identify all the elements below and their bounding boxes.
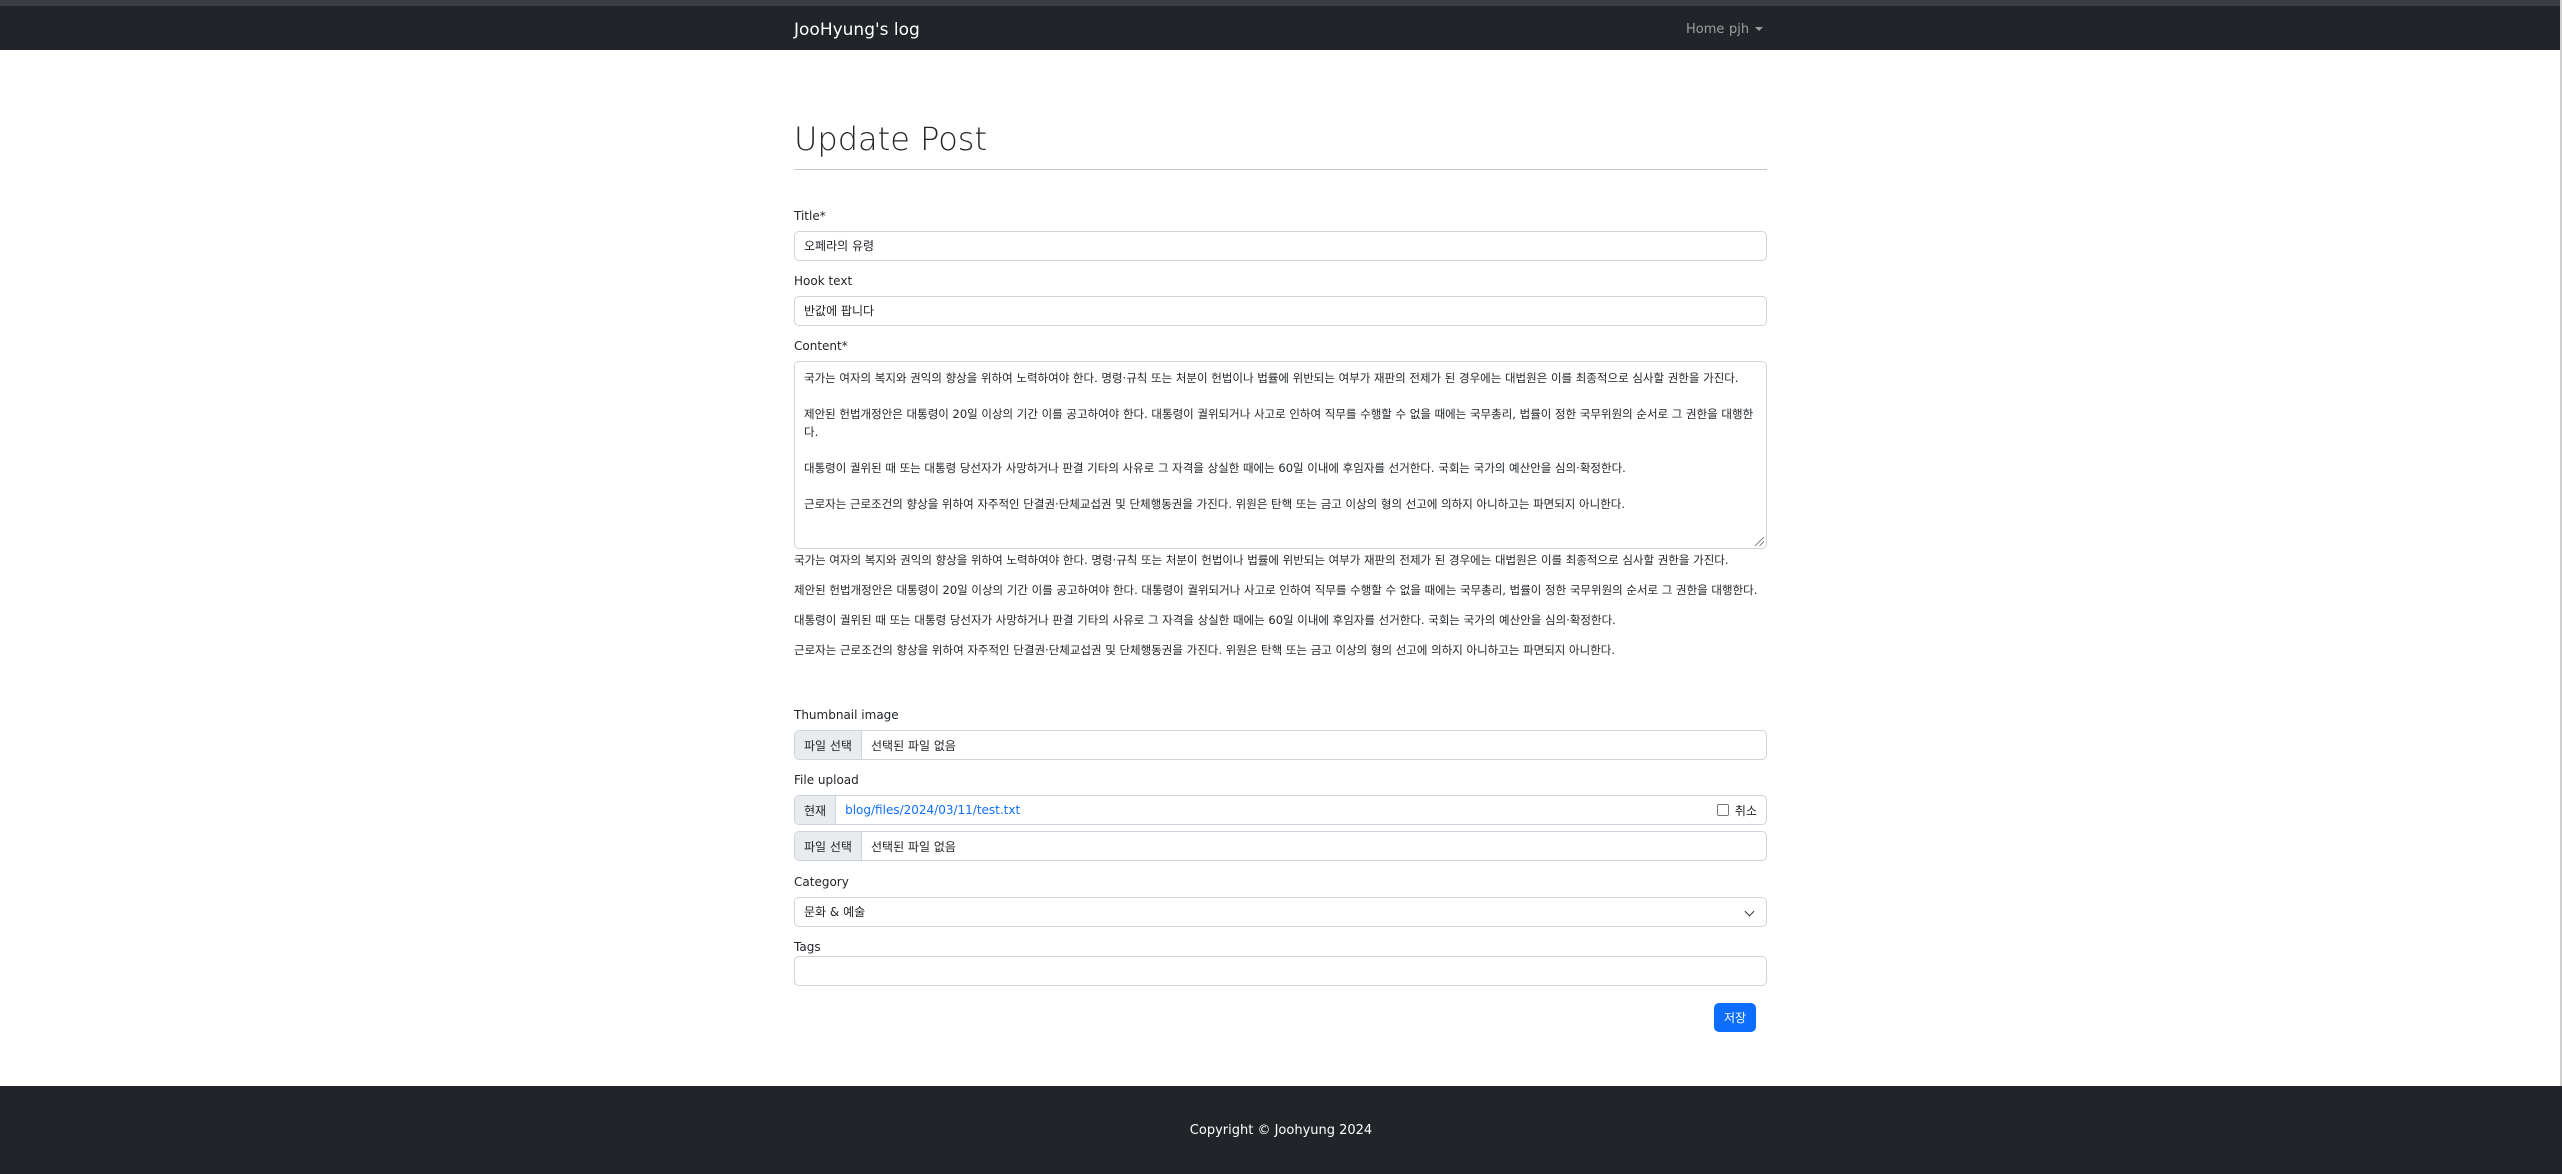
tags-input[interactable] [794, 956, 1767, 986]
content-textarea[interactable]: 국가는 여자의 복지와 권익의 향상을 위하여 노력하여야 한다. 명령·규칙 … [794, 361, 1767, 549]
tags-label: Tags [794, 940, 821, 954]
chevron-down-icon [1744, 906, 1755, 917]
clear-checkbox-label: 취소 [1734, 803, 1757, 818]
nav-user-dropdown[interactable]: pjh [1729, 22, 1764, 37]
file-upload-label: File upload [794, 773, 859, 787]
navbar-brand[interactable]: JooHyung's log [794, 20, 920, 40]
content-paragraph: 근로자는 근로조건의 향상을 위하여 자주적인 단결권·단체교섭권 및 단체행동… [804, 497, 1626, 511]
save-button[interactable]: 저장 [1714, 1003, 1756, 1032]
thumbnail-file-input[interactable]: 파일 선택 선택된 파일 없음 [794, 730, 1767, 760]
hook-text-label: Hook text [794, 274, 853, 288]
current-file-row: 현재 blog/files/2024/03/11/test.txt 취소 [794, 795, 1767, 825]
thumbnail-file-status: 선택된 파일 없음 [870, 738, 956, 753]
content-paragraph: 제안된 헌법개정안은 대통령이 20일 이상의 기간 이를 공고하여야 한다. … [804, 407, 1754, 439]
nav-user-label: pjh [1729, 22, 1750, 37]
upload-choose-button[interactable]: 파일 선택 [795, 832, 862, 860]
page-title: Update Post [794, 120, 988, 158]
footer: Copyright © Joohyung 2024 [0, 1086, 2562, 1174]
preview-paragraph: 제안된 헌법개정안은 대통령이 20일 이상의 기간 이를 공고하여야 한다. … [794, 583, 1758, 597]
resize-handle-icon[interactable] [1755, 537, 1764, 546]
nav-home-link[interactable]: Home [1686, 22, 1724, 37]
category-selected-value: 문화 & 예술 [804, 905, 866, 919]
footer-copyright: Copyright © Joohyung 2024 [1189, 1123, 1373, 1138]
thumbnail-label: Thumbnail image [794, 708, 899, 722]
title-input[interactable]: 오페라의 유령 [794, 231, 1767, 261]
preview-paragraph: 근로자는 근로조건의 향상을 위하여 자주적인 단결권·단체교섭권 및 단체행동… [794, 643, 1616, 657]
navbar: JooHyung's log Home pjh [0, 0, 2562, 50]
category-select[interactable]: 문화 & 예술 [794, 897, 1767, 927]
content-preview: 국가는 여자의 복지와 권익의 향상을 위하여 노력하여야 한다. 명령·규칙 … [794, 551, 1767, 671]
current-tag: 현재 [795, 796, 837, 824]
caret-down-icon [1755, 27, 1764, 31]
hook-text-input[interactable]: 반값에 팝니다 [794, 296, 1767, 326]
upload-file-input[interactable]: 파일 선택 선택된 파일 없음 [794, 831, 1767, 861]
divider [794, 169, 1767, 170]
title-label: Title* [794, 209, 826, 223]
clear-checkbox[interactable] [1716, 804, 1729, 816]
category-label: Category [794, 875, 849, 889]
clear-checkbox-group[interactable]: 취소 [1716, 802, 1757, 819]
current-file-link[interactable]: blog/files/2024/03/11/test.txt [836, 803, 1717, 817]
content-paragraph: 국가는 여자의 복지와 권익의 향상을 위하여 노력하여야 한다. 명령·규칙 … [804, 371, 1739, 385]
upload-file-status: 선택된 파일 없음 [870, 839, 956, 854]
content-paragraph: 대통령이 궐위된 때 또는 대통령 당선자가 사망하거나 판결 기타의 사유로 … [804, 461, 1626, 475]
preview-paragraph: 국가는 여자의 복지와 권익의 향상을 위하여 노력하여야 한다. 명령·규칙 … [794, 553, 1729, 567]
thumbnail-choose-button[interactable]: 파일 선택 [795, 731, 862, 759]
content-label: Content* [794, 339, 848, 353]
preview-paragraph: 대통령이 궐위된 때 또는 대통령 당선자가 사망하거나 판결 기타의 사유로 … [794, 613, 1616, 627]
